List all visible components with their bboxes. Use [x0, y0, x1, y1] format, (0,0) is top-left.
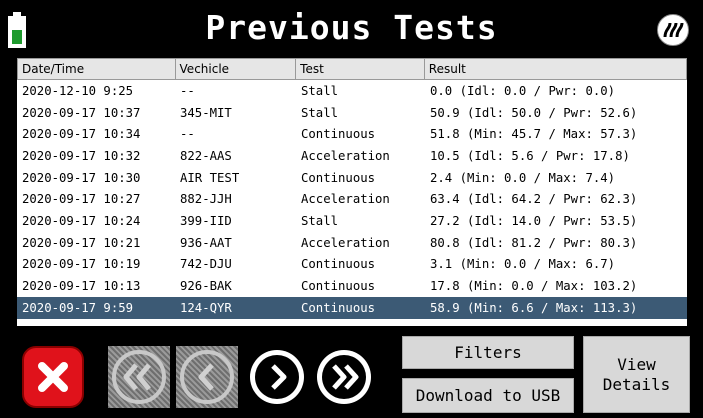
table-row[interactable]: 2020-09-17 10:30 AIR TEST Continuous 2.4 (M…: [17, 167, 687, 189]
cell-test: Stall: [301, 105, 339, 120]
cell-vehicle: --: [180, 127, 195, 142]
table-body: 2020-12-10 9:25 -- Stall 0.0 (Idl: 0.0 / Pw…: [17, 80, 687, 319]
cell-result: 17.8 (Min: 0.0 / Max: 103.2): [430, 279, 638, 294]
table-row[interactable]: 2020-09-17 9:59 124-QYR Continuous 58.9 (Mi…: [17, 296, 687, 319]
cell-vehicle: --: [180, 83, 195, 98]
cell-result: 27.2 (Idl: 14.0 / Pwr: 53.5): [430, 213, 638, 228]
column-header-test[interactable]: Test: [296, 59, 425, 79]
cell-test: Stall: [301, 83, 339, 98]
cell-datetime: 2020-09-17 10:13: [22, 279, 141, 294]
cell-test: Continuous: [301, 127, 376, 142]
column-header-datetime[interactable]: Date/Time: [18, 59, 176, 79]
cell-test: Acceleration: [301, 235, 390, 250]
cell-test: Continuous: [301, 257, 376, 272]
column-header-result[interactable]: Result: [425, 59, 686, 79]
cell-datetime: 2020-09-17 10:27: [22, 192, 141, 207]
cell-datetime: 2020-09-17 10:32: [22, 148, 141, 163]
cell-test: Stall: [301, 213, 339, 228]
double-chevron-right-icon: [317, 350, 371, 404]
table-row[interactable]: 2020-09-17 10:27 882-JJH Acceleration 63.4 …: [17, 188, 687, 210]
cell-vehicle: 936-AAT: [180, 235, 232, 250]
cell-vehicle: AIR TEST: [180, 170, 240, 185]
table-row[interactable]: 2020-12-10 9:25 -- Stall 0.0 (Idl: 0.0 / Pw…: [17, 80, 687, 102]
filters-button[interactable]: Filters: [402, 336, 574, 369]
cell-test: Acceleration: [301, 192, 390, 207]
view-details-label-line1: View: [617, 354, 656, 374]
cell-test: Acceleration: [301, 148, 390, 163]
cell-datetime: 2020-09-17 10:30: [22, 170, 141, 185]
cell-result: 2.4 (Min: 0.0 / Max: 7.4): [430, 170, 616, 185]
cell-datetime: 2020-09-17 9:59: [22, 300, 134, 315]
table-row[interactable]: 2020-09-17 10:32 822-AAS Acceleration 10.5 …: [17, 145, 687, 167]
cell-result: 10.5 (Idl: 5.6 / Pwr: 17.8): [430, 148, 630, 163]
cell-datetime: 2020-12-10 9:25: [22, 83, 134, 98]
cell-vehicle: 345-MIT: [180, 105, 232, 120]
last-page-button[interactable]: [313, 346, 375, 408]
cell-vehicle: 124-QYR: [180, 300, 232, 315]
cell-test: Continuous: [301, 170, 376, 185]
cell-vehicle: 822-AAS: [180, 148, 232, 163]
close-button[interactable]: [22, 346, 84, 408]
previous-page-button[interactable]: [176, 346, 238, 408]
cell-result: 58.9 (Min: 6.6 / Max: 113.3): [430, 300, 638, 315]
cell-datetime: 2020-09-17 10:37: [22, 105, 141, 120]
table-row[interactable]: 2020-09-17 10:34 -- Continuous 51.8 (Min: 4…: [17, 123, 687, 145]
double-chevron-left-icon: [112, 350, 166, 404]
cell-vehicle: 882-JJH: [180, 192, 232, 207]
download-to-usb-button[interactable]: Download to USB: [402, 378, 574, 413]
table-header: Date/Time Vechicle Test Result: [17, 58, 687, 80]
table-row[interactable]: 2020-09-17 10:13 926-BAK Continuous 17.8 (M…: [17, 275, 687, 297]
tests-table: Date/Time Vechicle Test Result 2020-12-1…: [17, 58, 687, 326]
cell-test: Continuous: [301, 279, 376, 294]
cell-result: 51.8 (Min: 45.7 / Max: 57.3): [430, 127, 638, 142]
heat-icon[interactable]: [657, 14, 689, 46]
table-row[interactable]: 2020-09-17 10:37 345-MIT Stall 50.9 (Idl: 5…: [17, 102, 687, 124]
cell-vehicle: 742-DJU: [180, 257, 232, 272]
first-page-button[interactable]: [108, 346, 170, 408]
chevron-right-icon: [250, 350, 304, 404]
chevron-left-icon: [180, 350, 234, 404]
cell-vehicle: 399-IID: [180, 213, 232, 228]
cell-vehicle: 926-BAK: [180, 279, 232, 294]
cell-datetime: 2020-09-17 10:19: [22, 257, 141, 272]
cell-datetime: 2020-09-17 10:24: [22, 213, 141, 228]
header-bar: Previous Tests: [0, 0, 703, 58]
cell-result: 63.4 (Idl: 64.2 / Pwr: 62.3): [430, 192, 638, 207]
cell-result: 3.1 (Min: 0.0 / Max: 6.7): [430, 257, 616, 272]
close-icon: [38, 362, 68, 392]
page-title: Previous Tests: [205, 8, 498, 47]
cell-result: 50.9 (Idl: 50.0 / Pwr: 52.6): [430, 105, 638, 120]
table-row[interactable]: 2020-09-17 10:21 936-AAT Acceleration 80.8 …: [17, 232, 687, 254]
table-row[interactable]: 2020-09-17 10:19 742-DJU Continuous 3.1 (Mi…: [17, 254, 687, 276]
column-header-vehicle[interactable]: Vechicle: [176, 59, 297, 79]
table-row[interactable]: 2020-09-17 10:24 399-IID Stall 27.2 (Idl: 1…: [17, 210, 687, 232]
view-details-button[interactable]: View Details: [583, 336, 690, 413]
next-page-button[interactable]: [246, 346, 308, 408]
cell-result: 80.8 (Idl: 81.2 / Pwr: 80.3): [430, 235, 638, 250]
cell-test: Continuous: [301, 300, 376, 315]
view-details-label-line2: Details: [602, 374, 671, 394]
cell-datetime: 2020-09-17 10:21: [22, 235, 141, 250]
cell-datetime: 2020-09-17 10:34: [22, 127, 141, 142]
cell-result: 0.0 (Idl: 0.0 / Pwr: 0.0): [430, 83, 616, 98]
